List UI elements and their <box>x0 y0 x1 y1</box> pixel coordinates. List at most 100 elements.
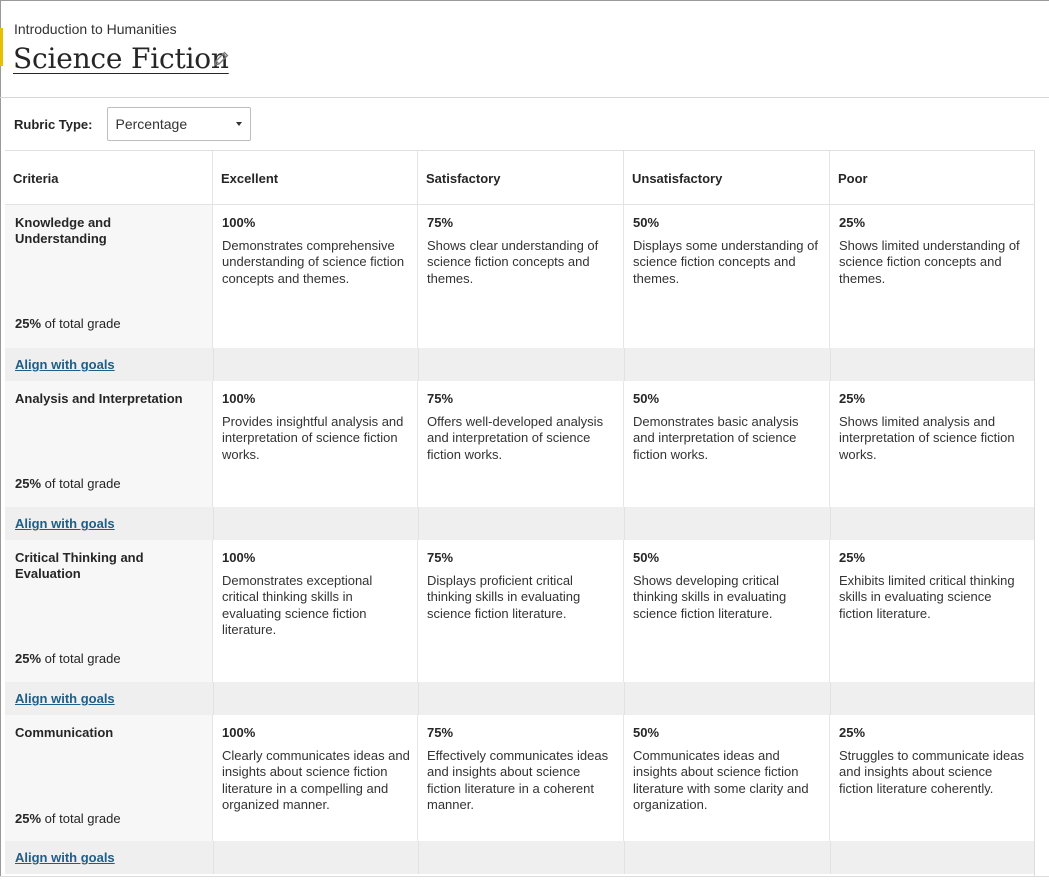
goals-row-divider <box>830 348 831 381</box>
level-description: Demonstrates comprehensive understanding… <box>222 238 405 286</box>
level-description: Shows clear understanding of science fic… <box>427 238 599 286</box>
rubric-type-label: Rubric Type: <box>14 116 93 132</box>
level-cell-satisfactory[interactable]: 75% Shows clear understanding of science … <box>418 205 624 348</box>
align-with-goals-link[interactable]: Align with goals <box>15 357 115 372</box>
goals-row-divider <box>213 507 214 540</box>
level-percentage: 100% <box>222 725 256 740</box>
rubric-grid: Criteria Excellent Satisfactory Unsatisfact… <box>5 150 1035 874</box>
criterion-weight: 25% of total grade <box>15 811 121 826</box>
level-percentage: 75% <box>427 391 454 406</box>
criterion-weight-value: 25% <box>15 651 42 666</box>
criterion-weight-value: 25% <box>15 476 42 491</box>
level-description: Offers well-developed analysis and inter… <box>427 414 604 462</box>
chevron-down-icon <box>235 122 242 126</box>
column-header-unsatisfactory: Unsatisfactory <box>624 151 830 205</box>
level-cell-poor[interactable]: 25% Struggles to communicate ideas and in… <box>830 715 1035 841</box>
level-percentage: 100% <box>222 550 256 565</box>
page-header: Introduction to Humanities Science Ficti… <box>0 0 1049 98</box>
goals-row: Align with goals <box>5 507 1035 540</box>
level-description: Demonstrates exceptional critical thinki… <box>222 573 373 637</box>
level-cell-excellent[interactable]: 100% Provides insightful analysis and int… <box>213 381 418 507</box>
level-percentage: 25% <box>839 391 866 406</box>
level-description: Struggles to communicate ideas and insig… <box>839 748 1024 796</box>
level-cell-unsatisfactory[interactable]: 50% Demonstrates basic analysis and inter… <box>624 381 830 507</box>
criterion-weight: 25% of total grade <box>15 316 121 331</box>
level-cell-poor[interactable]: 25% Shows limited understanding of scienc… <box>830 205 1035 348</box>
criterion-weight-suffix: of total grade <box>44 316 121 331</box>
level-cell-unsatisfactory[interactable]: 50% Communicates ideas and insights about… <box>624 715 830 841</box>
criterion-name: Knowledge and Understanding <box>15 215 112 246</box>
goals-row-divider <box>418 507 419 540</box>
level-description: Shows developing critical thinking skill… <box>633 573 787 621</box>
goals-row-divider <box>418 841 419 874</box>
level-percentage: 75% <box>427 550 454 565</box>
criterion-name: Critical Thinking and Evaluation <box>15 550 144 581</box>
column-header-satisfactory: Satisfactory <box>418 151 624 205</box>
level-percentage: 75% <box>427 725 454 740</box>
goals-row: Align with goals <box>5 841 1035 874</box>
level-cell-poor[interactable]: 25% Exhibits limited critical thinking sk… <box>830 540 1035 682</box>
rubric-type-row: Rubric Type: Percentage <box>14 107 251 141</box>
level-percentage: 25% <box>839 550 866 565</box>
level-cell-excellent[interactable]: 100% Demonstrates exceptional critical th… <box>213 540 418 682</box>
pencil-icon[interactable] <box>212 50 230 68</box>
align-with-goals-link[interactable]: Align with goals <box>15 850 115 865</box>
level-cell-satisfactory[interactable]: 75% Offers well-developed analysis and in… <box>418 381 624 507</box>
column-header-excellent: Excellent <box>213 151 418 205</box>
criterion-weight: 25% of total grade <box>15 476 121 491</box>
column-header-criteria: Criteria <box>5 151 213 205</box>
level-percentage: 100% <box>222 215 256 230</box>
column-header-poor: Poor <box>830 151 1035 205</box>
level-description: Displays some understanding of science f… <box>633 238 818 286</box>
level-description: Communicates ideas and insights about sc… <box>633 748 809 812</box>
criterion-weight-value: 25% <box>15 316 42 331</box>
level-description: Displays proficient critical thinking sk… <box>427 573 581 621</box>
level-description: Exhibits limited critical thinking skill… <box>839 573 1015 621</box>
criterion-cell: Knowledge and Understanding 25% of total … <box>5 205 213 348</box>
goals-row-divider <box>830 841 831 874</box>
goals-row-divider <box>624 841 625 874</box>
level-cell-excellent[interactable]: 100% Demonstrates comprehensive understan… <box>213 205 418 348</box>
level-cell-satisfactory[interactable]: 75% Effectively communicates ideas and in… <box>418 715 624 841</box>
goals-row-divider <box>213 348 214 381</box>
level-percentage: 75% <box>427 215 454 230</box>
goals-row-divider <box>418 682 419 715</box>
goals-row: Align with goals <box>5 348 1035 381</box>
criterion-weight-suffix: of total grade <box>44 811 121 826</box>
goals-row-divider <box>213 682 214 715</box>
level-percentage: 25% <box>839 215 866 230</box>
criterion-weight-suffix: of total grade <box>44 476 121 491</box>
align-with-goals-link[interactable]: Align with goals <box>15 691 115 706</box>
level-description: Effectively communicates ideas and insig… <box>427 748 609 812</box>
criterion-name: Analysis and Interpretation <box>15 391 183 406</box>
page-title[interactable]: Science Fiction <box>13 42 229 75</box>
level-cell-unsatisfactory[interactable]: 50% Shows developing critical thinking sk… <box>624 540 830 682</box>
rubric-type-select[interactable]: Percentage <box>106 107 251 141</box>
goals-row-divider <box>830 507 831 540</box>
level-cell-excellent[interactable]: 100% Clearly communicates ideas and insig… <box>213 715 418 841</box>
goals-row-divider <box>624 348 625 381</box>
goals-row-divider <box>624 507 625 540</box>
goals-row-divider <box>830 682 831 715</box>
level-percentage: 50% <box>633 725 660 740</box>
align-with-goals-link[interactable]: Align with goals <box>15 516 115 531</box>
level-percentage: 50% <box>633 550 660 565</box>
course-name: Introduction to Humanities <box>14 21 177 37</box>
level-description: Shows limited understanding of science f… <box>839 238 1020 286</box>
level-description: Provides insightful analysis and interpr… <box>222 414 404 462</box>
criterion-name: Communication <box>15 725 114 740</box>
page-bottom-edge <box>0 876 1049 886</box>
level-cell-poor[interactable]: 25% Shows limited analysis and interpreta… <box>830 381 1035 507</box>
level-description: Demonstrates basic analysis and interpre… <box>633 414 799 462</box>
criterion-weight-suffix: of total grade <box>44 651 121 666</box>
level-cell-unsatisfactory[interactable]: 50% Displays some understanding of scienc… <box>624 205 830 348</box>
goals-row-divider <box>418 348 419 381</box>
goals-row-divider <box>624 682 625 715</box>
rubric-type-value: Percentage <box>115 116 188 132</box>
level-cell-satisfactory[interactable]: 75% Displays proficient critical thinking… <box>418 540 624 682</box>
level-percentage: 100% <box>222 391 256 406</box>
goals-row-divider <box>213 841 214 874</box>
grid-right-edge <box>1034 150 1035 876</box>
accent-bar <box>0 28 3 66</box>
criterion-cell: Critical Thinking and Evaluation 25% of t… <box>5 540 213 682</box>
